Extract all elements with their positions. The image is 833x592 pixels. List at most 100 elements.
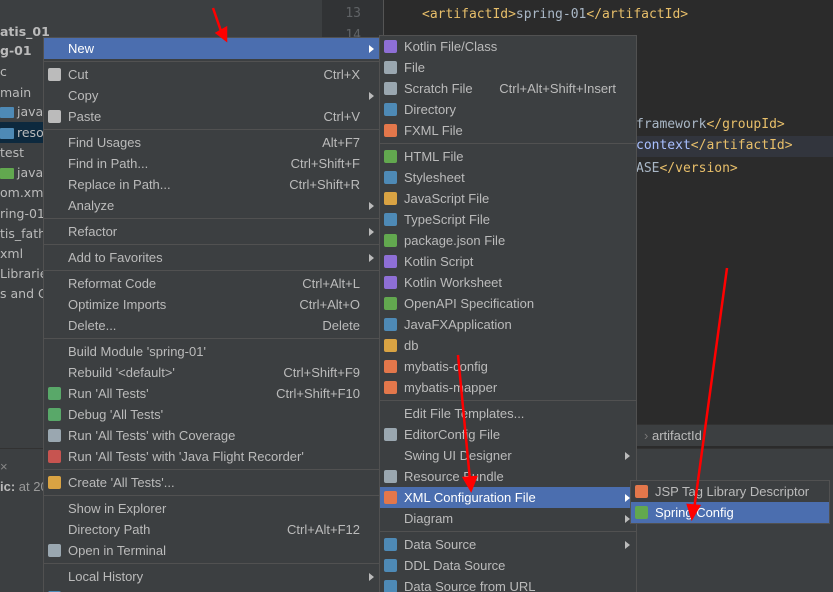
menu-item-label: Diagram <box>404 511 454 526</box>
tree-node-label: om.xml <box>0 185 47 200</box>
menu-item-label: JSP Tag Library Descriptor <box>655 484 810 499</box>
menu-item-optimize-imports[interactable]: Optimize Imports Ctrl+Alt+O <box>44 294 380 315</box>
menu-item-rebuild-default[interactable]: Rebuild '<default>' Ctrl+Shift+F9 <box>44 362 380 383</box>
menu-item-label: TypeScript File <box>404 212 490 227</box>
menu-item-delete[interactable]: Delete... Delete <box>44 315 380 336</box>
new-item-mybatis-config[interactable]: mybatis-config <box>380 356 636 377</box>
new-item-edit-file-templates[interactable]: Edit File Templates... <box>380 403 636 424</box>
menu-item-local-history[interactable]: Local History <box>44 566 380 587</box>
menu-item-debug-all-tests[interactable]: Debug 'All Tests' <box>44 404 380 425</box>
xml-template-icon <box>384 381 397 394</box>
chevron-right-icon: › <box>644 428 649 443</box>
resource-bundle-icon <box>384 470 397 483</box>
menu-item-label: Resource Bundle <box>404 469 504 484</box>
menu-item-find-in-path[interactable]: Find in Path... Ctrl+Shift+F <box>44 153 380 174</box>
menu-item-label: Analyze <box>68 198 115 213</box>
xml-item-spring-config[interactable]: Spring Config <box>631 502 829 523</box>
new-item-file[interactable]: File <box>380 57 636 78</box>
menu-item-label: Debug 'All Tests' <box>68 407 164 422</box>
new-item-directory[interactable]: Directory <box>380 99 636 120</box>
new-item-data-source-from-url[interactable]: Data Source from URL <box>380 576 636 592</box>
context-menu: New Cut Ctrl+X Copy Paste Ctrl+V Find Usages Al… <box>43 37 381 592</box>
new-item-kotlin-script[interactable]: Kotlin Script <box>380 251 636 272</box>
menu-item-copy[interactable]: Copy <box>44 85 380 106</box>
menu-item-replace-in-path[interactable]: Replace in Path... Ctrl+Shift+R <box>44 174 380 195</box>
tree-node-label: main <box>0 85 32 100</box>
menu-item-run-all-tests-with-coverage[interactable]: Run 'All Tests' with Coverage <box>44 425 380 446</box>
menu-item-label: Copy <box>68 88 99 103</box>
submenu-arrow-icon <box>625 452 630 460</box>
new-item-html-file[interactable]: HTML File <box>380 146 636 167</box>
new-item-javafxapplication[interactable]: JavaFXApplication <box>380 314 636 335</box>
new-item-editorconfig-file[interactable]: EditorConfig File <box>380 424 636 445</box>
menu-item-reformat-code[interactable]: Reformat Code Ctrl+Alt+L <box>44 273 380 294</box>
menu-item-label: HTML File <box>404 149 464 164</box>
menu-item-refactor[interactable]: Refactor <box>44 221 380 242</box>
submenu-arrow-icon <box>369 92 374 100</box>
new-item-swing-ui-designer[interactable]: Swing UI Designer <box>380 445 636 466</box>
new-item-resource-bundle[interactable]: Resource Bundle <box>380 466 636 487</box>
new-item-scratch-file[interactable]: Scratch File Ctrl+Alt+Shift+Insert <box>380 78 636 99</box>
breadcrumb-item[interactable]: artifactId <box>652 428 702 443</box>
menu-item-find-usages[interactable]: Find Usages Alt+F7 <box>44 132 380 153</box>
xml-text: ASE <box>636 161 660 176</box>
menu-item-label: Kotlin Script <box>404 254 474 269</box>
new-item-fxml-file[interactable]: FXML File <box>380 120 636 141</box>
menu-item-analyze[interactable]: Analyze <box>44 195 380 216</box>
close-icon[interactable]: × <box>0 456 8 477</box>
xml-item-jsp-tag-library-descriptor[interactable]: JSP Tag Library Descriptor <box>631 481 829 502</box>
submenu-arrow-icon <box>625 541 630 549</box>
new-item-typescript-file[interactable]: TypeScript File <box>380 209 636 230</box>
spring-icon <box>635 506 648 519</box>
xml-template-icon <box>384 360 397 373</box>
menu-item-label: Local History <box>68 569 144 584</box>
menu-item-open-in-terminal[interactable]: Open in Terminal <box>44 540 380 561</box>
menu-item-label: Find Usages <box>68 135 141 150</box>
menu-item-show-in-explorer[interactable]: Show in Explorer <box>44 498 380 519</box>
menu-item-label: FXML File <box>404 123 463 138</box>
new-item-data-source[interactable]: Data Source <box>380 534 636 555</box>
new-item-javascript-file[interactable]: JavaScript File <box>380 188 636 209</box>
tree-node-label: java <box>17 165 44 180</box>
menu-item-shortcut: Ctrl+Shift+F9 <box>283 365 360 380</box>
menu-item-cut[interactable]: Cut Ctrl+X <box>44 64 380 85</box>
menu-item-run-all-tests-with-java-flight-recorder[interactable]: Run 'All Tests' with 'Java Flight Record… <box>44 446 380 467</box>
kotlin-script-icon <box>384 255 397 268</box>
new-item-stylesheet[interactable]: Stylesheet <box>380 167 636 188</box>
breadcrumb[interactable]: › artifactId <box>636 424 833 446</box>
menu-item-label: Open in Terminal <box>68 543 167 558</box>
menu-item-label: Paste <box>68 109 102 124</box>
menu-item-reload-from-disk[interactable]: Reload from Disk <box>44 587 380 592</box>
flight-recorder-icon <box>48 450 61 463</box>
xml-text: context <box>636 138 691 153</box>
openapi-icon <box>384 297 397 310</box>
menu-item-directory-path[interactable]: Directory Path Ctrl+Alt+F12 <box>44 519 380 540</box>
menu-item-new[interactable]: New <box>44 38 380 59</box>
menu-item-run-all-tests[interactable]: Run 'All Tests' Ctrl+Shift+F10 <box>44 383 380 404</box>
html-file-icon <box>384 150 397 163</box>
new-item-openapi-specification[interactable]: OpenAPI Specification <box>380 293 636 314</box>
new-item-kotlin-file-class[interactable]: Kotlin File/Class <box>380 36 636 57</box>
folder-icon <box>0 107 14 118</box>
new-item-package-json-file[interactable]: package.json File <box>380 230 636 251</box>
tree-node-label: g-01 <box>0 43 32 58</box>
menu-item-label: Spring Config <box>655 505 734 520</box>
new-item-diagram[interactable]: Diagram <box>380 508 636 529</box>
new-item-ddl-data-source[interactable]: DDL Data Source <box>380 555 636 576</box>
xml-text: framework <box>636 117 707 132</box>
menu-item-label: Build Module 'spring-01' <box>68 344 206 359</box>
line-number: 13 <box>345 6 361 21</box>
new-item-xml-configuration-file[interactable]: XML Configuration File <box>380 487 636 508</box>
new-item-db[interactable]: db <box>380 335 636 356</box>
menu-item-paste[interactable]: Paste Ctrl+V <box>44 106 380 127</box>
submenu-arrow-icon <box>369 254 374 262</box>
new-item-kotlin-worksheet[interactable]: Kotlin Worksheet <box>380 272 636 293</box>
stylesheet-icon <box>384 171 397 184</box>
code-line: ASE</version> <box>636 161 738 176</box>
xml-close-tag: </version> <box>659 161 738 176</box>
menu-item-build-module-spring-01[interactable]: Build Module 'spring-01' <box>44 341 380 362</box>
menu-item-add-to-favorites[interactable]: Add to Favorites <box>44 247 380 268</box>
menu-item-label: Find in Path... <box>68 156 149 171</box>
menu-item-create-all-tests[interactable]: Create 'All Tests'... <box>44 472 380 493</box>
new-item-mybatis-mapper[interactable]: mybatis-mapper <box>380 377 636 398</box>
